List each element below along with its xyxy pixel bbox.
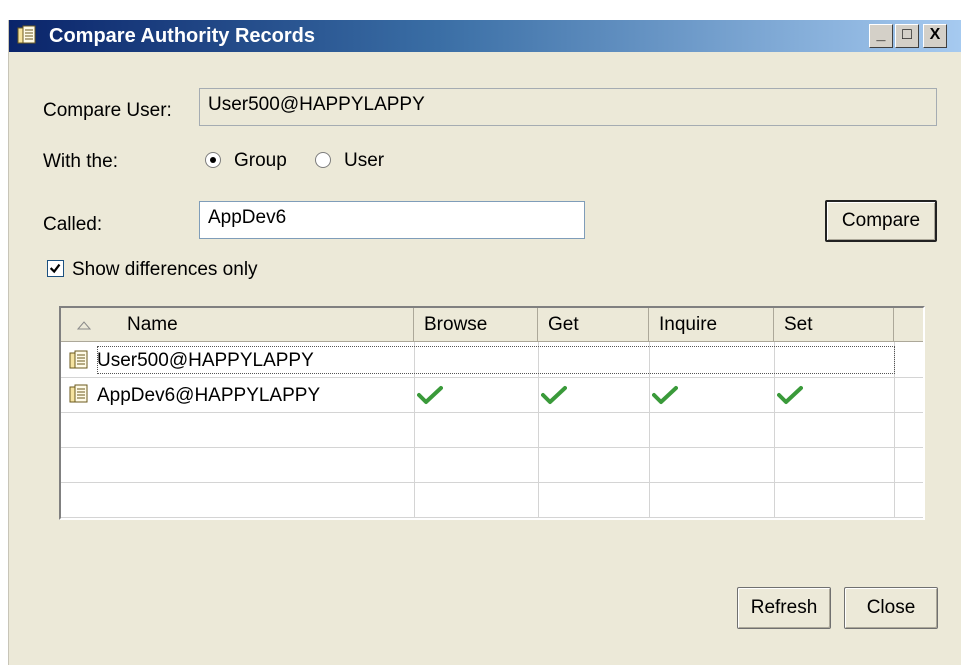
column-header-set[interactable]: Set: [774, 308, 894, 342]
column-header-filler: [894, 308, 923, 342]
grid-line: [61, 517, 923, 518]
close-window-button[interactable]: X: [923, 24, 947, 48]
user-radio-label[interactable]: User: [344, 150, 384, 172]
column-header-name[interactable]: Name: [61, 308, 414, 342]
group-radio-label[interactable]: Group: [234, 150, 287, 172]
column-inquire-label: Inquire: [659, 314, 718, 335]
column-get-label: Get: [548, 314, 579, 335]
checkmark-icon: [49, 263, 61, 274]
compare-button[interactable]: Compare: [825, 200, 937, 242]
authority-table: Name Browse Get Inquire Set User500@HAPP…: [59, 306, 925, 520]
grid-line: [61, 447, 923, 448]
user-radio[interactable]: [315, 152, 331, 168]
close-button[interactable]: Close: [844, 587, 938, 629]
table-header: Name Browse Get Inquire Set: [61, 308, 923, 342]
row-name: User500@HAPPYLAPPY: [97, 350, 314, 371]
column-header-get[interactable]: Get: [538, 308, 649, 342]
table-row[interactable]: AppDev6@HAPPYLAPPY: [61, 378, 923, 412]
browse-check-icon: [417, 386, 443, 404]
table-row[interactable]: User500@HAPPYLAPPY: [61, 343, 923, 377]
group-record-icon: [69, 384, 88, 403]
document-icon: [17, 25, 36, 44]
compare-user-label: Compare User:: [43, 100, 172, 121]
maximize-button[interactable]: □: [895, 24, 919, 48]
grid-line: [61, 482, 923, 483]
inquire-check-icon: [652, 386, 678, 404]
column-browse-label: Browse: [424, 314, 488, 335]
called-value: AppDev6: [208, 207, 287, 228]
minimize-button[interactable]: _: [869, 24, 893, 48]
called-label: Called:: [43, 214, 103, 235]
column-header-inquire[interactable]: Inquire: [649, 308, 774, 342]
called-input[interactable]: AppDev6: [199, 201, 585, 239]
show-differences-label[interactable]: Show differences only: [72, 259, 258, 281]
refresh-button[interactable]: Refresh: [737, 587, 831, 629]
set-check-icon: [777, 386, 803, 404]
with-the-label: With the:: [43, 151, 118, 172]
get-check-icon: [541, 386, 567, 404]
compare-user-value: User500@HAPPYLAPPY: [208, 94, 425, 115]
column-set-label: Set: [784, 314, 813, 335]
show-differences-checkbox[interactable]: [47, 260, 64, 277]
group-radio[interactable]: [205, 152, 221, 168]
row-name: AppDev6@HAPPYLAPPY: [97, 385, 321, 406]
grid-line: [61, 412, 923, 413]
user-record-icon: [69, 350, 88, 369]
window-title: Compare Authority Records: [49, 25, 315, 47]
title-bar[interactable]: Compare Authority Records _ □ X: [9, 20, 961, 52]
sort-ascending-icon: [77, 321, 91, 330]
compare-user-field: User500@HAPPYLAPPY: [199, 88, 937, 126]
compare-authority-dialog: Compare Authority Records _ □ X Compare …: [8, 20, 961, 665]
column-header-browse[interactable]: Browse: [414, 308, 538, 342]
column-name-label: Name: [127, 314, 178, 335]
